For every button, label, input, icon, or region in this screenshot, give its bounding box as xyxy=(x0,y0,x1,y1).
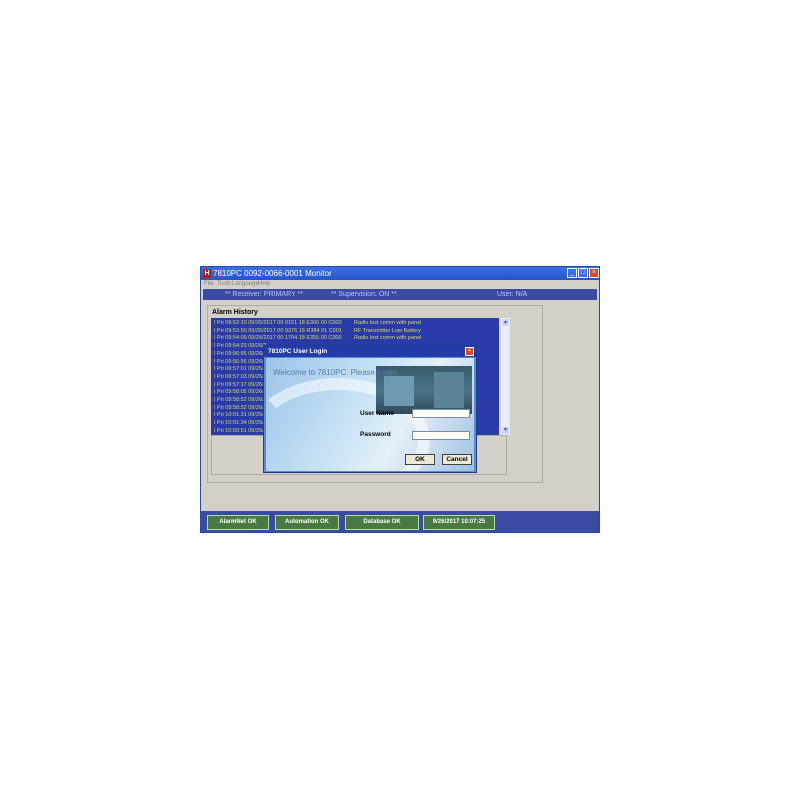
title-bar[interactable]: H 7810PC 0092-0066-0001 Monitor _ □ × xyxy=(201,267,599,280)
menu-help[interactable]: Help xyxy=(258,281,270,288)
alarm-row[interactable]: I Pri 09:58:52 09/26/2 xyxy=(214,397,267,404)
equipment-panel-right xyxy=(434,372,464,408)
welcome-text: Welcome to 7810PC. Please Login. xyxy=(273,368,400,377)
alarm-row[interactable]: I Pri 09:56:56 09/26/2 xyxy=(214,359,267,366)
automation-status-button[interactable]: Automation OK xyxy=(275,515,339,530)
alarm-row[interactable]: I Pri 09:54:09 09/26/2017 00 1704 18 E35… xyxy=(214,335,421,342)
alarm-row-text: I Pri 09:56:55 09/26/2 xyxy=(214,350,267,357)
alarm-row-text: I Pri 09:52:10 09/26/2017 00 0151 18 E36… xyxy=(214,320,342,326)
window-title: 7810PC 0092-0066-0001 Monitor xyxy=(213,269,332,278)
menu-file[interactable]: File xyxy=(204,281,214,288)
receiver-status: ** Receiver: PRIMARY ** xyxy=(225,291,303,298)
status-bar: ** Receiver: PRIMARY ** ** Supervision: … xyxy=(203,289,597,300)
username-label: User Name xyxy=(360,410,394,417)
alarm-row[interactable]: I Pri 09:57:01 09/26/2 xyxy=(214,366,267,373)
username-field[interactable] xyxy=(412,409,470,418)
alarm-row-text: I Pri 09:58:52 09/26/2 xyxy=(214,397,267,403)
alarm-scrollbar[interactable]: ▲ ▼ xyxy=(501,318,510,435)
alarmnet-status-button[interactable]: AlarmNet OK xyxy=(207,515,269,530)
alarm-row[interactable]: I Pri 10:01:34 09/26/2 xyxy=(214,420,267,427)
alarm-history-label: Alarm History xyxy=(212,309,258,316)
alarm-row[interactable]: I Pri 10:03:51 09/26/2 xyxy=(214,428,267,435)
alarm-row-text: I Pri 10:01:31 09/26/2 xyxy=(214,412,267,419)
alarm-row-text: I Pri 09:57:03 09/26/2 xyxy=(214,373,267,380)
password-label: Password xyxy=(360,431,391,438)
scroll-up-icon[interactable]: ▲ xyxy=(502,319,509,326)
supervision-status: ** Supervision: ON ** xyxy=(331,291,397,298)
user-status: User: N/A xyxy=(497,291,528,298)
alarm-row-text: I Pri 09:57:01 09/26/2 xyxy=(214,366,267,373)
alarm-row[interactable]: I Pri 09:58:52 09/26/2 xyxy=(214,405,267,412)
alarm-row[interactable]: I Pri 10:01:31 09/26/2 xyxy=(214,412,267,419)
alarm-row-text: I Pri 09:54:09 09/26/2017 00 1704 18 E35… xyxy=(214,335,342,342)
maximize-icon[interactable]: □ xyxy=(578,268,588,278)
alarm-row-text: I Pri 09:54:23 09/26/2 xyxy=(214,343,267,350)
alarm-row[interactable]: I Pri 09:58:05 09/26/2 xyxy=(214,389,267,396)
cancel-button[interactable]: Cancel xyxy=(442,454,472,465)
minimize-icon[interactable]: _ xyxy=(567,268,577,278)
login-title: 7810PC User Login xyxy=(268,348,328,355)
scroll-down-icon[interactable]: ▼ xyxy=(502,427,509,434)
alarm-row-message: Radio lost comm with panel xyxy=(354,320,422,326)
menu-tools[interactable]: Tools xyxy=(217,281,231,288)
app-logo-icon: H xyxy=(203,269,211,278)
alarm-row[interactable]: I Pri 09:54:23 09/26/2 xyxy=(214,343,267,350)
alarm-row-text: I Pri 09:58:05 09/26/2 xyxy=(214,389,267,396)
alarm-row[interactable]: I Pri 09:56:55 09/26/2 xyxy=(214,351,267,358)
login-title-bar[interactable]: 7810PC User Login × xyxy=(264,346,476,357)
ok-button[interactable]: OK xyxy=(405,454,435,465)
close-icon[interactable]: × xyxy=(465,347,474,356)
alarm-row-text: I Pri 09:53:50 09/26/2017 00 0376 18 R38… xyxy=(214,327,342,334)
login-body: Welcome to 7810PC. Please Login. User Na… xyxy=(266,358,474,471)
login-dialog: 7810PC User Login × Welcome to 7810PC. P… xyxy=(263,345,477,473)
alarm-row-text: I Pri 09:57:17 09/26/2 xyxy=(214,381,267,388)
close-icon[interactable]: × xyxy=(589,268,599,278)
alarm-row-text: I Pri 09:56:56 09/26/2 xyxy=(214,358,267,365)
alarm-row[interactable]: I Pri 09:57:03 09/26/2 xyxy=(214,374,267,381)
alarm-row-message: RF Transmitter Low Battery xyxy=(354,327,421,334)
password-field[interactable] xyxy=(412,431,470,440)
alarm-row[interactable]: I Pri 09:53:50 09/26/2017 00 0376 18 R38… xyxy=(214,327,421,335)
clock-display: 9/26/2017 10:07:25 xyxy=(423,515,495,530)
alarm-row-message: Radio lost comm with panel xyxy=(354,335,422,342)
alarm-row-text: I Pri 09:58:52 09/26/2 xyxy=(214,404,267,411)
equipment-panel-left xyxy=(384,376,414,406)
menu-language[interactable]: Language xyxy=(232,281,259,288)
alarm-row-text: I Pri 10:01:34 09/26/2 xyxy=(214,420,267,427)
menu-bar: File Tools Language Help xyxy=(201,280,599,289)
alarm-row-text: I Pri 10:03:51 09/26/2 xyxy=(214,427,267,434)
alarm-row[interactable]: I Pri 09:52:10 09/26/2017 00 0151 18 E36… xyxy=(214,320,421,327)
bottom-status-bar: AlarmNet OK Automation OK Database OK 9/… xyxy=(201,511,599,532)
database-status-button[interactable]: Database OK xyxy=(345,515,419,530)
alarm-row[interactable]: I Pri 09:57:17 09/26/2 xyxy=(214,382,267,389)
